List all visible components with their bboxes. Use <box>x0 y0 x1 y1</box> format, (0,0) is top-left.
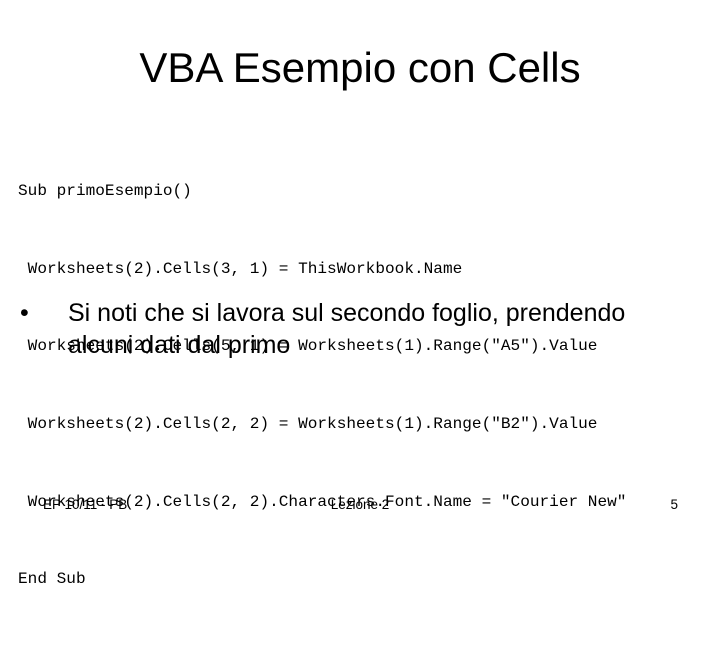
code-line: Worksheets(2).Cells(3, 1) = ThisWorkbook… <box>18 259 463 278</box>
footer-lesson: Lezione 2 <box>330 497 390 512</box>
code-block: Sub primoEsempio() Worksheets(2).Cells(3… <box>18 127 626 645</box>
code-line: Worksheets(2).Cells(2, 2) = Worksheets(1… <box>18 414 598 433</box>
bullet-text: Si noti che si lavora sul secondo foglio… <box>68 299 626 359</box>
slide-title: VBA Esempio con Cells <box>139 44 581 91</box>
code-line: Sub primoEsempio() <box>18 181 192 200</box>
code-line: End Sub <box>18 570 86 589</box>
slide-number: 5 <box>670 497 678 512</box>
bullet-icon: • <box>20 299 29 327</box>
